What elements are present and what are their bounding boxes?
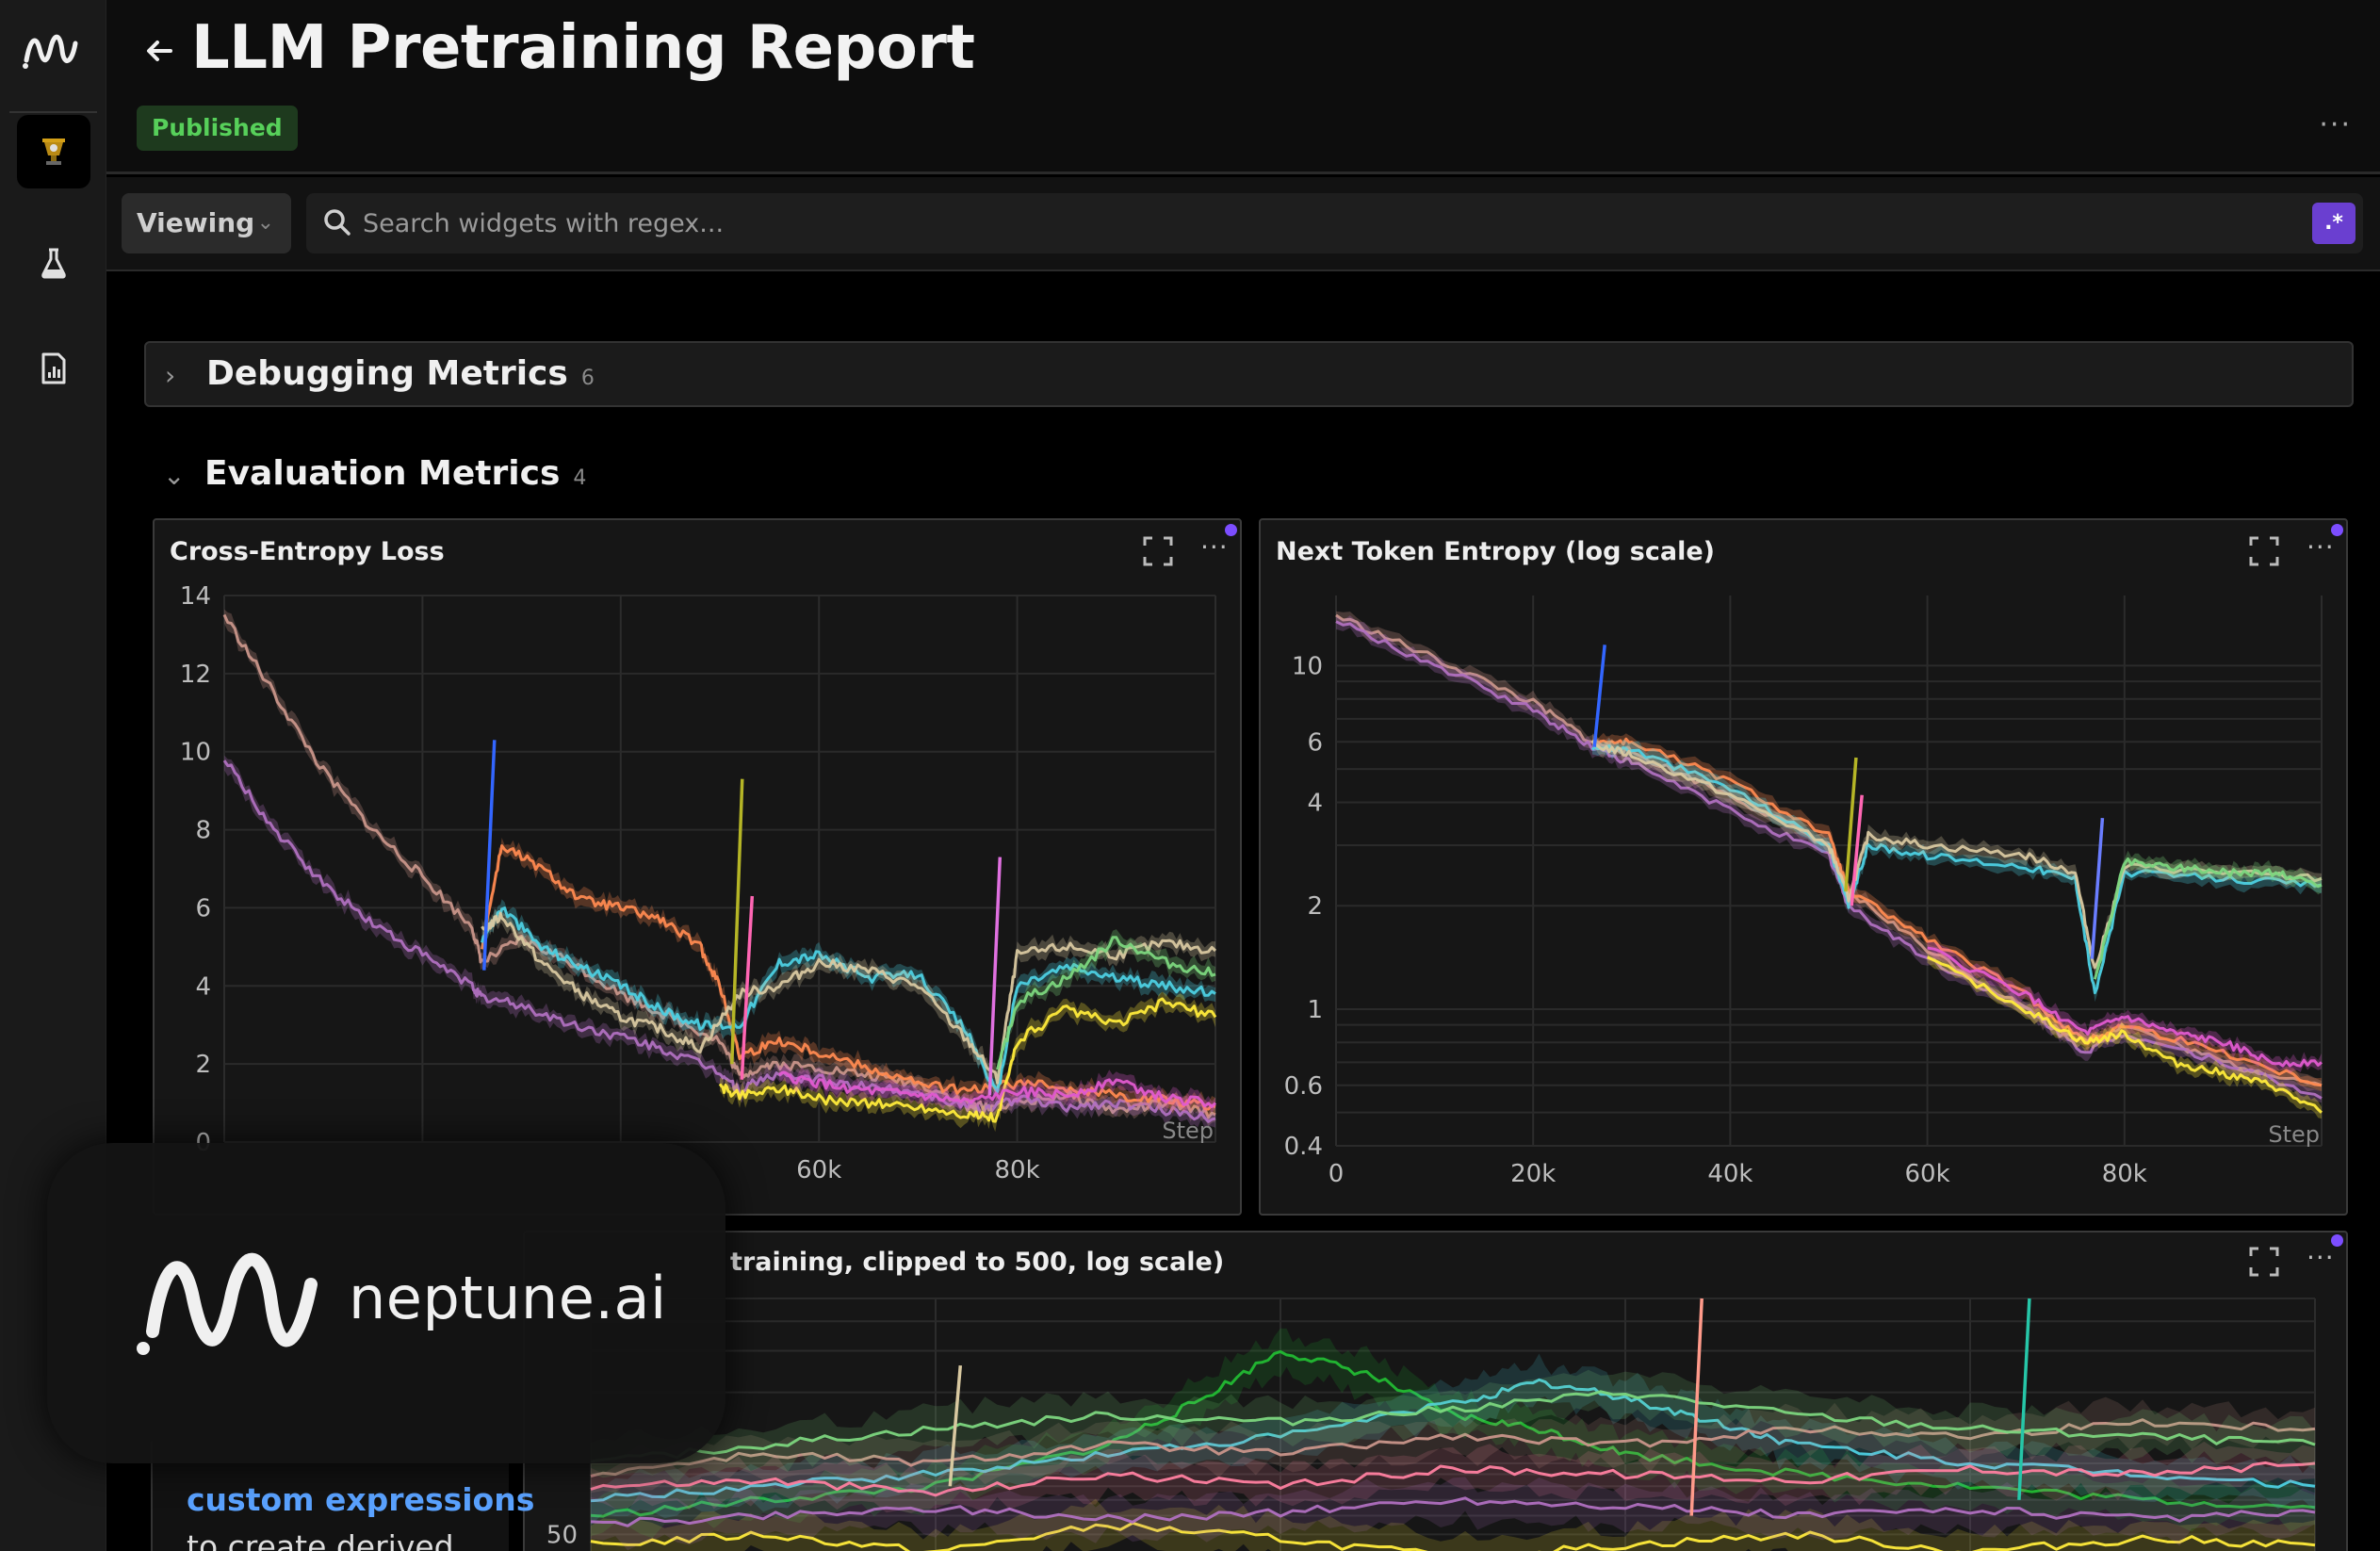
- widget-status-dot: [2331, 1234, 2343, 1247]
- x-tick-label: 20k: [1510, 1160, 1556, 1188]
- y-tick-label: 2: [195, 1051, 211, 1079]
- y-tick-label: 10: [1292, 652, 1323, 680]
- cross-entropy-chart: 0246810121460k80kStep: [180, 582, 1217, 1184]
- y-tick-label: 4: [195, 972, 211, 1001]
- y-tick-label: 14: [180, 582, 211, 611]
- y-tick-label: 10: [180, 739, 211, 767]
- expand-icon[interactable]: [2248, 1246, 2280, 1278]
- widget-status-dot: [2331, 524, 2343, 536]
- search-box: .*: [306, 193, 2363, 253]
- y-tick-label: 8: [195, 817, 211, 845]
- flask-icon: [41, 248, 66, 279]
- neptune-wave-logo-icon: [137, 1252, 318, 1355]
- rail-reports-button[interactable]: [17, 332, 90, 405]
- next-token-entropy-chart: 0.4 0.6 1 2 4 6 10 0 20k 40k 60k 80k Step: [1284, 596, 2323, 1188]
- y-tick-label: 12: [180, 661, 211, 689]
- page-title: LLM Pretraining Report: [191, 13, 975, 83]
- x-tick-label: 60k: [1905, 1160, 1950, 1188]
- widget-more-button[interactable]: ···: [2307, 1242, 2335, 1273]
- tip-text: to create derived: [187, 1528, 454, 1551]
- x-tick-label: 40k: [1707, 1160, 1752, 1188]
- chevron-down-icon: ⌄: [163, 460, 186, 491]
- search-input[interactable]: [363, 193, 2228, 253]
- x-axis-label: Step: [2268, 1121, 2320, 1148]
- neptune-logo-icon[interactable]: [21, 21, 87, 77]
- chart-widget-clipped[interactable]: 50 training, clipped to 500, log scale) …: [523, 1231, 2348, 1551]
- section-title: Evaluation Metrics: [204, 454, 561, 493]
- header-more-button[interactable]: ···: [2319, 108, 2352, 141]
- regex-toggle-button[interactable]: .*: [2312, 203, 2356, 244]
- trophy-icon: [42, 139, 65, 165]
- brand-overlay: neptune.ai: [47, 1143, 725, 1463]
- widget-title: Cross-Entropy Loss: [170, 537, 445, 566]
- spike-mark: [1592, 645, 1606, 747]
- chevron-right-icon: ›: [165, 360, 176, 391]
- chart-grid: [223, 595, 1216, 1143]
- x-tick-label: 0: [1329, 1160, 1345, 1188]
- expand-icon[interactable]: [2248, 535, 2280, 567]
- rail-separator: [9, 111, 97, 113]
- y-tick-label: 2: [1307, 892, 1323, 921]
- section-count: 4: [573, 466, 587, 490]
- brand-name: neptune.ai: [349, 1264, 667, 1332]
- mode-select[interactable]: Viewing ⌄: [122, 193, 291, 253]
- y-tick-label: 0.6: [1284, 1072, 1323, 1101]
- x-tick-label: 80k: [995, 1156, 1040, 1184]
- report-header: LLM Pretraining Report Published ···: [106, 0, 2380, 174]
- section-debugging-metrics[interactable]: › Debugging Metrics 6: [144, 341, 2354, 407]
- custom-expressions-link[interactable]: custom expressions: [187, 1481, 534, 1518]
- chevron-down-icon: ⌄: [256, 211, 274, 235]
- chart-widget-next-token-entropy[interactable]: 0.4 0.6 1 2 4 6 10 0 20k 40k 60k 80k Step Next Token…: [1259, 518, 2348, 1216]
- x-tick-label: 60k: [796, 1156, 841, 1184]
- widget-status-dot: [1225, 524, 1237, 536]
- widget-more-button[interactable]: ···: [2307, 531, 2335, 563]
- widget-toolbar: Viewing ⌄ .*: [106, 177, 2380, 271]
- widget-more-button[interactable]: ···: [1200, 531, 1229, 563]
- rail-projects-button[interactable]: [17, 115, 90, 188]
- y-tick-label: 6: [195, 894, 211, 922]
- y-tick-label: 50: [546, 1521, 578, 1549]
- widget-title: Next Token Entropy (log scale): [1276, 537, 1716, 566]
- series-line: [222, 613, 1216, 1119]
- spike-mark: [482, 740, 497, 971]
- status-badge: Published: [137, 106, 298, 151]
- clipped-log-chart: 50: [546, 1298, 2316, 1551]
- y-tick-label: 6: [1307, 728, 1323, 757]
- widget-title: training, clipped to 500, log scale): [730, 1248, 1225, 1277]
- y-tick-label: 4: [1307, 789, 1323, 817]
- series-band: [224, 755, 1215, 1129]
- mode-select-label: Viewing: [137, 207, 255, 238]
- y-tick-label: 0.4: [1284, 1133, 1323, 1161]
- section-count: 6: [580, 367, 595, 390]
- section-title: Debugging Metrics: [206, 354, 568, 393]
- search-icon: [324, 209, 350, 236]
- back-arrow-icon[interactable]: [140, 32, 178, 70]
- series-band: [224, 609, 1215, 1127]
- y-tick-label: 1: [1307, 996, 1323, 1024]
- spike-mark: [2090, 818, 2105, 959]
- rail-experiments-button[interactable]: [17, 226, 90, 300]
- chart-widget-cross-entropy[interactable]: 0246810121460k80kStep Cross-Entropy Loss…: [153, 518, 1242, 1216]
- x-axis-label: Step: [1162, 1118, 1214, 1144]
- report-icon: [41, 352, 66, 384]
- expand-icon[interactable]: [1142, 535, 1174, 567]
- x-tick-label: 80k: [2102, 1160, 2147, 1188]
